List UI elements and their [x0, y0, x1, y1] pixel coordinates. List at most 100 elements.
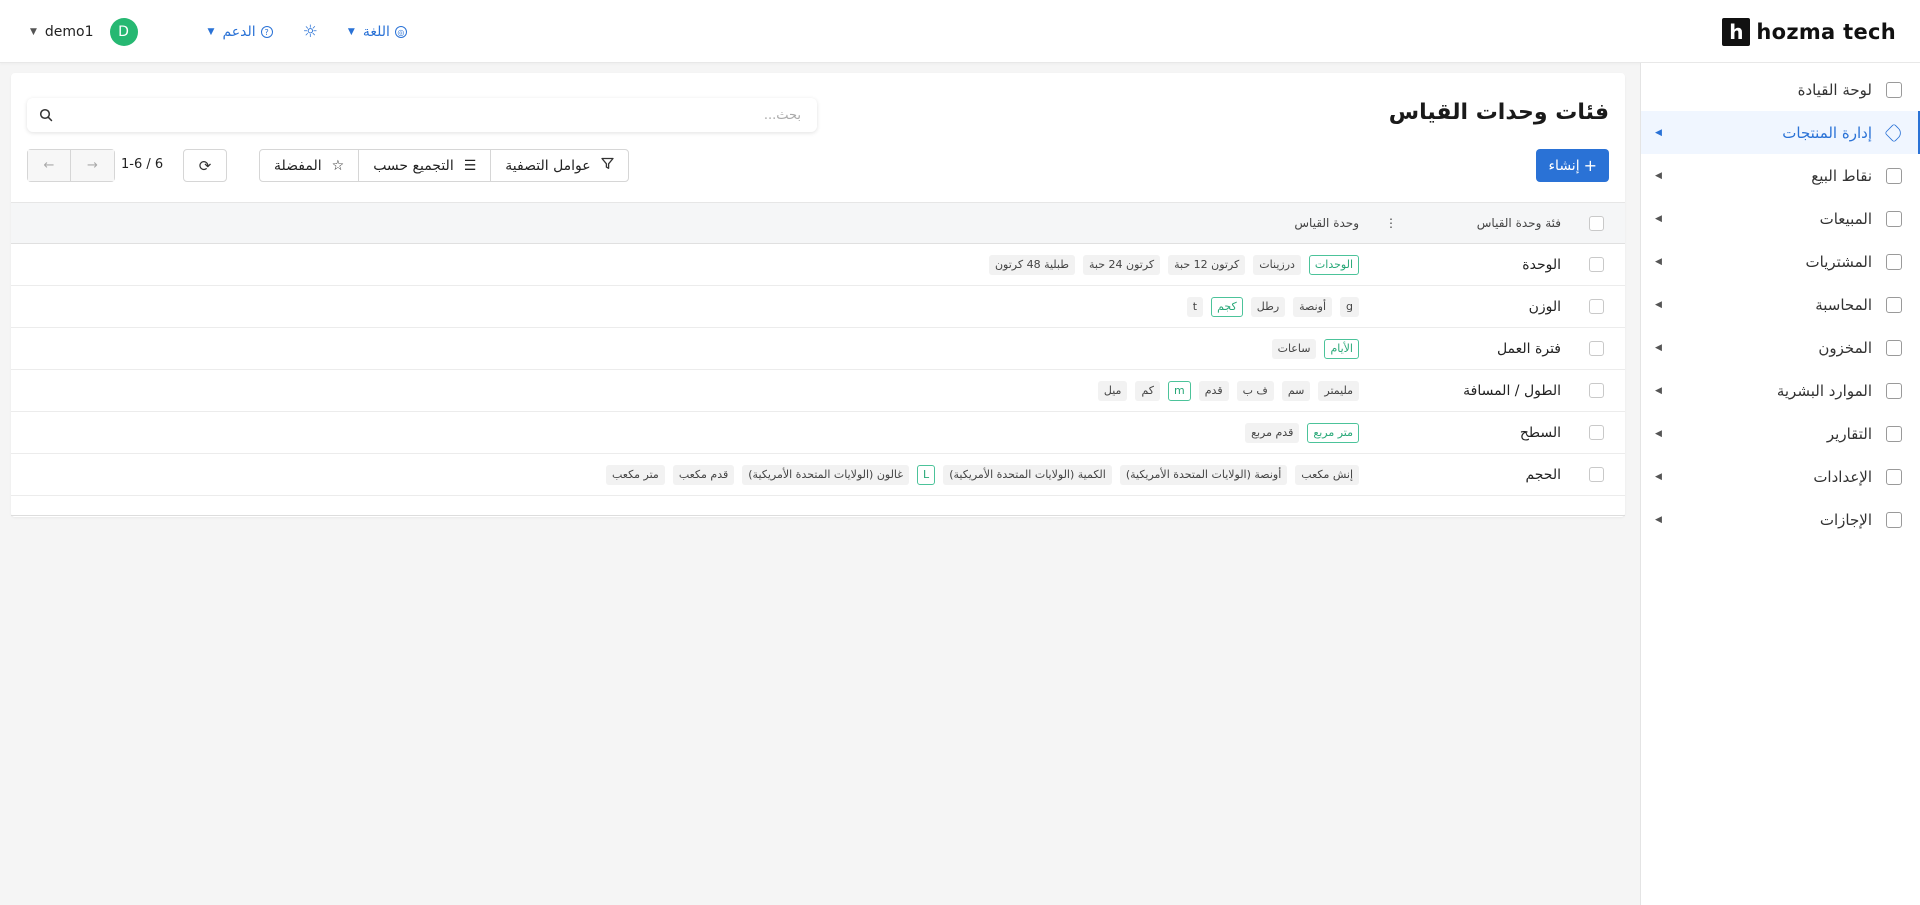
- filters-label: عوامل التصفية: [505, 157, 591, 174]
- chevron-down-icon: ▼: [30, 27, 37, 37]
- sidebar-item-label: لوحة القيادة: [1797, 80, 1872, 99]
- filters-button[interactable]: عوامل التصفية: [490, 150, 627, 181]
- caret-left-icon: ◀: [1655, 127, 1662, 138]
- row-checkbox[interactable]: [1588, 257, 1604, 272]
- column-header-category[interactable]: فئة وحدة القياس ⋮: [1367, 216, 1567, 230]
- create-button[interactable]: + إنشاء: [1536, 149, 1609, 182]
- search-icon[interactable]: [27, 108, 65, 122]
- sidebar-item[interactable]: المشتريات ◀: [1641, 240, 1920, 283]
- sidebar-item[interactable]: لوحة القيادة: [1641, 68, 1920, 111]
- caret-left-icon: ◀: [1655, 170, 1662, 181]
- unit-tag: إنش مكعب: [1295, 464, 1359, 485]
- unit-tag: كرتون 12 حبة: [1168, 254, 1246, 275]
- sidebar-item-label: المحاسبة: [1815, 295, 1872, 314]
- reference-unit-tag: m: [1168, 380, 1191, 401]
- chevron-down-icon: ▼: [347, 27, 355, 37]
- row-checkbox[interactable]: [1588, 383, 1604, 398]
- pager-value[interactable]: 1-6 / 6: [121, 157, 163, 172]
- units-cell: متر مربع قدم مربع: [11, 422, 1367, 443]
- column-options-icon[interactable]: ⋮: [1385, 216, 1397, 230]
- main-panel: فئات وحدات القياس + إنشاء عوامل التصفية …: [11, 73, 1625, 517]
- sidebar-item[interactable]: إدارة المنتجات ◀: [1641, 111, 1920, 154]
- table-row[interactable]: السطح متر مربع قدم مربع: [11, 412, 1625, 454]
- sidebar-item[interactable]: الإعدادات ◀: [1641, 455, 1920, 498]
- table-row[interactable]: الوحدة الوحدات درزينات كرتون 12 حبة كرتون 24…: [11, 244, 1625, 286]
- table-row[interactable]: الطول / المسافة مليمتر سم ف ب قدم m كم ميل: [11, 370, 1625, 412]
- previous-page-button[interactable]: ←: [28, 150, 71, 181]
- sidebar-item[interactable]: الموارد البشرية ◀: [1641, 369, 1920, 412]
- unit-tag: ساعات: [1271, 338, 1317, 359]
- row-checkbox[interactable]: [1588, 299, 1604, 314]
- user-menu[interactable]: ▼ demo1 D: [30, 18, 138, 46]
- row-checkbox[interactable]: [1588, 425, 1604, 440]
- sidebar-item[interactable]: الإجازات ◀: [1641, 498, 1920, 541]
- unit-tag: قدم: [1198, 380, 1229, 401]
- star-icon: ☆: [331, 157, 345, 174]
- caret-left-icon: ◀: [1655, 342, 1662, 353]
- search-box[interactable]: [27, 98, 817, 132]
- sidebar-item[interactable]: نقاط البيع ◀: [1641, 154, 1920, 197]
- help-icon: ?: [260, 26, 273, 38]
- sidebar-item-label: الإعدادات: [1813, 467, 1872, 486]
- category-cell: فترة العمل: [1496, 340, 1561, 357]
- unit-tag: سم: [1281, 380, 1311, 401]
- box-icon: [1886, 339, 1902, 356]
- reference-unit-tag: الوحدات: [1308, 254, 1359, 275]
- caret-left-icon: ◀: [1655, 385, 1662, 396]
- unit-tag: متر مكعب: [605, 464, 665, 485]
- table-row[interactable]: فترة العمل الأيام ساعات: [11, 328, 1625, 370]
- favorites-label: المفضلة: [274, 157, 322, 174]
- unit-tag: كم: [1135, 380, 1161, 401]
- gear-icon: [1886, 468, 1902, 485]
- sidebar-item[interactable]: المحاسبة ◀: [1641, 283, 1920, 326]
- wallet-icon: [1886, 253, 1902, 270]
- row-checkbox[interactable]: [1588, 467, 1604, 482]
- sidebar-item[interactable]: التقارير ◀: [1641, 412, 1920, 455]
- select-all-checkbox[interactable]: [1588, 215, 1604, 231]
- category-cell: السطح: [1519, 424, 1561, 441]
- unit-tag: قدم مربع: [1245, 422, 1300, 443]
- table-header: فئة وحدة القياس ⋮ وحدة القياس: [11, 202, 1625, 244]
- unit-tag: طبلية 48 كرتون: [988, 254, 1076, 275]
- language-menu[interactable]: ▼ اللغة ◎: [348, 24, 407, 40]
- group-by-button[interactable]: ☰ التجميع حسب: [358, 150, 490, 181]
- sidebar-item-label: نقاط البيع: [1811, 166, 1872, 185]
- list-icon: ☰: [463, 157, 477, 174]
- reference-unit-tag: متر مربع: [1307, 422, 1359, 443]
- row-checkbox[interactable]: [1588, 341, 1604, 356]
- unit-tag: كرتون 24 حبة: [1083, 254, 1161, 275]
- sidebar-item[interactable]: المبيعات ◀: [1641, 197, 1920, 240]
- brand-logo[interactable]: h hozma tech: [1722, 18, 1896, 46]
- support-menu[interactable]: ▼ الدعم ?: [208, 24, 273, 40]
- category-cell: الوزن: [1528, 298, 1561, 315]
- sidebar-item[interactable]: المخزون ◀: [1641, 326, 1920, 369]
- sidebar-item-label: الإجازات: [1819, 510, 1872, 529]
- unit-tag: ف ب: [1236, 380, 1274, 401]
- unit-tag: مليمتر: [1318, 380, 1359, 401]
- caret-left-icon: ◀: [1655, 514, 1662, 525]
- category-cell: الوحدة: [1522, 256, 1561, 273]
- units-cell: g أونصة رطل كجم t: [11, 296, 1367, 317]
- refresh-button[interactable]: ⟳: [183, 149, 227, 182]
- theme-toggle-sun-icon[interactable]: ☼: [303, 22, 318, 42]
- search-options: عوامل التصفية ☰ التجميع حسب ☆ المفضلة: [259, 149, 629, 182]
- sidebar-item-label: الموارد البشرية: [1776, 381, 1872, 400]
- unit-tag: g: [1340, 296, 1359, 317]
- unit-tag: درزينات: [1253, 254, 1301, 275]
- unit-tag: أونصة (الولايات المتحدة الأمريكية): [1119, 464, 1288, 485]
- units-cell: إنش مكعب أونصة (الولايات المتحدة الأمريكي…: [11, 464, 1367, 485]
- dashboard-icon: [1886, 81, 1902, 98]
- user-name: demo1: [44, 24, 94, 40]
- next-page-button[interactable]: →: [71, 150, 114, 181]
- filter-icon: [601, 157, 614, 174]
- table-row[interactable]: الحجم إنش مكعب أونصة (الولايات المتحدة الأ…: [11, 454, 1625, 496]
- table-row[interactable]: الوزن g أونصة رطل كجم t: [11, 286, 1625, 328]
- search-input[interactable]: [65, 107, 817, 123]
- uom-categories-table: فئة وحدة القياس ⋮ وحدة القياس الوحدة الوح…: [11, 202, 1625, 516]
- column-header-units[interactable]: وحدة القياس: [11, 216, 1367, 230]
- category-cell: الحجم: [1525, 466, 1561, 483]
- avatar: D: [109, 18, 138, 46]
- favorites-button[interactable]: ☆ المفضلة: [260, 150, 358, 181]
- tag-icon: [1884, 122, 1904, 143]
- unit-tag: ميل: [1097, 380, 1128, 401]
